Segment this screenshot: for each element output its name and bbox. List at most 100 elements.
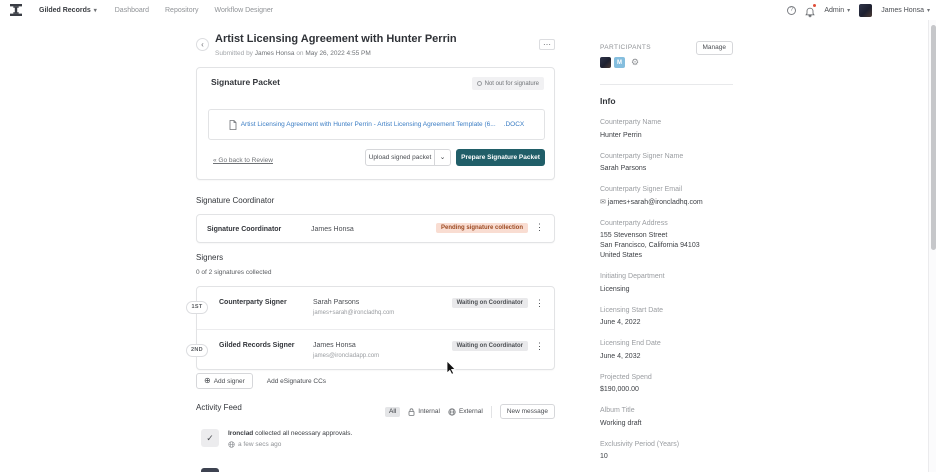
signer-email: james+sarah@ironcladhq.com (313, 310, 395, 316)
signer-menu-button[interactable]: ⋮ (535, 298, 544, 309)
signer-role: Counterparty Signer (219, 299, 287, 306)
scrollbar-thumb[interactable] (930, 25, 936, 250)
participants-avatars: M ⚙ (600, 57, 733, 68)
participant-avatar[interactable] (600, 57, 611, 68)
coordinator-menu-button[interactable]: ⋮ (535, 222, 544, 233)
submitted-line: Submitted by James Honsa on May 26, 2022… (215, 50, 371, 57)
participant-avatar[interactable]: M (614, 57, 625, 68)
signature-status-pill: Not out for signature (471, 77, 544, 90)
feed-actor: Ironclad (228, 430, 254, 437)
info-section-title: Info (600, 96, 616, 106)
nav-item-workflow-designer[interactable]: Workflow Designer (214, 7, 273, 14)
globe-icon (448, 407, 456, 416)
info-field: Licensing Start Date June 4, 2022 (600, 306, 664, 327)
notifications-bell-icon[interactable] (805, 3, 817, 17)
activity-feed-filters: All Internal External New message (385, 404, 555, 419)
filter-all[interactable]: All (385, 406, 401, 417)
signer-order-badge: 2ND (186, 344, 208, 357)
envelope-icon: ✉ (600, 198, 606, 206)
right-sidebar: PARTICIPANTS Manage M ⚙ Info Counterpart… (600, 41, 733, 472)
submitted-date: May 26, 2022 4:55 PM (305, 50, 371, 57)
new-message-button[interactable]: New message (499, 404, 555, 419)
check-icon: ✓ (201, 429, 219, 447)
chevron-down-icon: ▾ (847, 7, 851, 14)
upload-dropdown-button[interactable]: ⌄ (434, 149, 451, 166)
chevron-down-icon: ▾ (926, 7, 930, 14)
coordinator-name: James Honsa (311, 226, 354, 233)
info-field: Projected Spend $190,000.00 (600, 373, 652, 394)
signer-row: 1ST Counterparty Signer Sarah Parsons ja… (186, 287, 554, 329)
prepare-signature-packet-button[interactable]: Prepare Signature Packet (456, 149, 545, 166)
manage-participants-button[interactable]: Manage (695, 41, 733, 55)
signer-order-badge: 1ST (186, 301, 208, 314)
coordinator-card: Signature Coordinator James Honsa Pendin… (196, 214, 555, 243)
info-field: Initiating Department Licensing (600, 273, 665, 293)
scrollbar-track[interactable] (928, 20, 936, 472)
signer-row: 2ND Gilded Records Signer James Honsa ja… (186, 329, 554, 371)
signer-status-badge: Waiting on Coordinator (451, 298, 528, 308)
info-field: Counterparty Name Hunter Perrin (600, 119, 662, 139)
add-signer-button[interactable]: ⊕ Add signer (196, 373, 253, 389)
back-button[interactable]: ‹ (196, 38, 209, 51)
signer-email: james@ironcladapp.com (313, 353, 380, 359)
workspace-switcher[interactable]: Gilded Records ▾ (39, 7, 97, 14)
coordinator-role: Signature Coordinator (207, 226, 282, 233)
coordinator-section-title: Signature Coordinator (196, 196, 275, 205)
nav-items: Dashboard Repository Workflow Designer (115, 7, 273, 14)
activity-feed-title: Activity Feed (196, 403, 242, 412)
info-field: Exclusivity Period (Years) 10 (600, 440, 680, 461)
gear-icon[interactable]: ⚙ (631, 57, 639, 68)
page-title: Artist Licensing Agreement with Hunter P… (215, 33, 457, 45)
admin-menu[interactable]: Admin ▾ (824, 7, 850, 14)
feed-item: ✓ Ironclad collected all necessary appro… (201, 429, 352, 448)
coordinator-status-badge: Pending signature collection (435, 223, 528, 233)
feed-item-avatar-partial (201, 468, 219, 472)
info-field: Counterparty Signer Name Sarah Parsons (600, 152, 684, 173)
sidebar-divider (600, 84, 733, 85)
mouse-cursor (446, 360, 457, 380)
signers-card: 1ST Counterparty Signer Sarah Parsons ja… (186, 286, 555, 371)
nav-item-dashboard[interactable]: Dashboard (115, 7, 149, 14)
filter-external[interactable]: External (448, 407, 483, 416)
signers-progress: 0 of 2 signatures collected (196, 269, 272, 276)
document-extension: .DOCX (503, 121, 525, 128)
signature-packet-title: Signature Packet (211, 77, 280, 87)
filter-internal[interactable]: Internal (408, 407, 440, 416)
signer-name: Sarah Parsons (313, 299, 360, 306)
go-back-to-review-link[interactable]: « Go back to Review (213, 157, 273, 164)
upload-signed-packet-button[interactable]: Upload signed packet (365, 149, 435, 166)
lock-icon (408, 407, 415, 416)
submitted-by: James Honsa (254, 50, 295, 57)
info-field: Counterparty Signer Email ✉ james+sarah@i… (600, 186, 703, 206)
packet-document-link[interactable]: Artist Licensing Agreement with Hunter P… (208, 109, 545, 140)
help-icon[interactable]: ? (787, 5, 797, 15)
workspace-name: Gilded Records (39, 6, 91, 14)
feed-item-text: Ironclad collected all necessary approva… (228, 430, 353, 437)
ironclad-logo-icon[interactable] (8, 3, 23, 18)
notification-dot (812, 3, 817, 7)
signer-role: Gilded Records Signer (219, 342, 295, 349)
user-avatar[interactable] (859, 3, 873, 17)
status-circle-icon (476, 81, 482, 86)
signer-actions: ⊕ Add signer Add eSignature CCs (196, 373, 326, 389)
add-esignature-ccs-button[interactable]: Add eSignature CCs (267, 378, 326, 385)
signature-packet-card: Signature Packet Not out for signature A… (196, 67, 555, 180)
info-field: Counterparty Address 155 Stevenson Stree… (600, 219, 700, 260)
filter-divider (490, 405, 492, 418)
plus-circle-icon: ⊕ (204, 376, 211, 385)
feed-item-time: a few secs ago (228, 441, 352, 448)
nav-right: ? Admin ▾ James Honsa ▾ (787, 0, 930, 20)
nav-item-repository[interactable]: Repository (165, 7, 198, 14)
globe-icon (228, 441, 235, 448)
info-fields: Counterparty Name Hunter Perrin Counterp… (600, 119, 733, 462)
user-menu[interactable]: James Honsa ▾ (881, 7, 930, 14)
signer-name: James Honsa (313, 342, 356, 349)
more-options-button[interactable]: ⋯ (539, 39, 555, 50)
signer-menu-button[interactable]: ⋮ (535, 341, 544, 352)
info-field: Album Title Working draft (600, 407, 642, 427)
signer-status-badge: Waiting on Coordinator (451, 341, 528, 351)
chevron-down-icon: ▾ (93, 7, 97, 14)
info-field: Licensing End Date June 4, 2032 (600, 340, 661, 360)
signers-section-title: Signers (196, 253, 224, 262)
top-nav: Gilded Records ▾ Dashboard Repository Wo… (0, 0, 936, 20)
